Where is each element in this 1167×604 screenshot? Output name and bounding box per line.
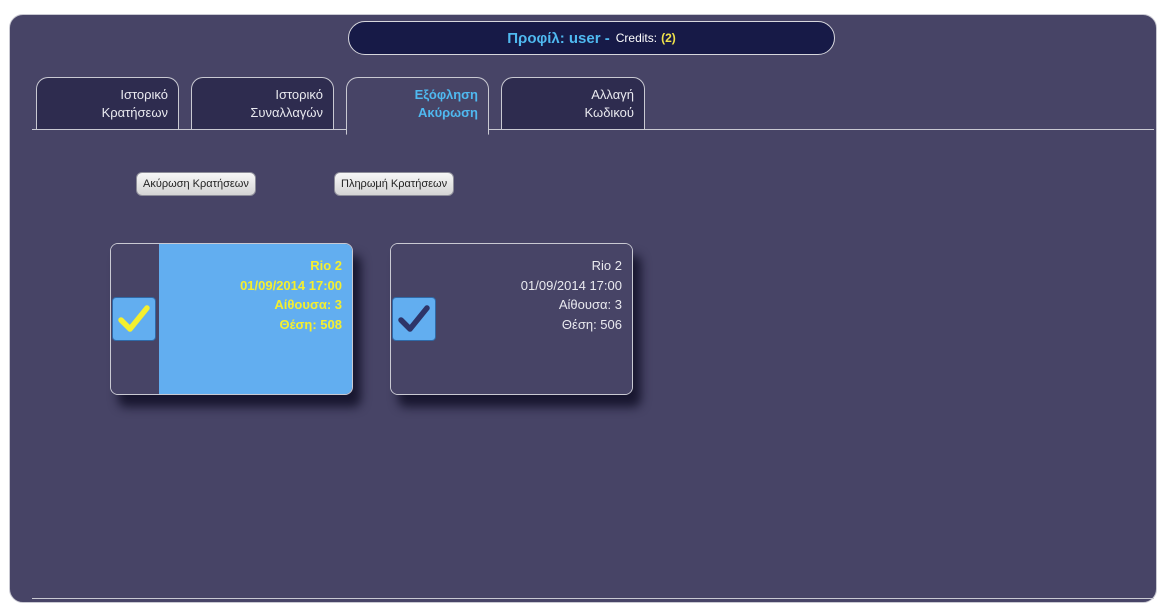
booking-card-details: Rio 2 01/09/2014 17:00 Αίθουσα: 3 Θέση: … bbox=[439, 244, 632, 394]
credits-label: Credits: bbox=[615, 31, 658, 45]
tab-payment-cancellation[interactable]: Εξόφληση Ακύρωση bbox=[346, 77, 489, 135]
booking-hall: Αίθουσα: 3 bbox=[558, 297, 622, 312]
bottom-divider bbox=[32, 598, 1154, 599]
tab-change-password-line2: Κωδικού bbox=[584, 105, 634, 120]
booking-card[interactable]: Rio 2 01/09/2014 17:00 Αίθουσα: 3 Θέση: … bbox=[110, 243, 353, 395]
tab-change-password[interactable]: Αλλαγή Κωδικού bbox=[501, 77, 645, 129]
booking-hall: Αίθουσα: 3 bbox=[274, 297, 342, 312]
booking-card[interactable]: Rio 2 01/09/2014 17:00 Αίθουσα: 3 Θέση: … bbox=[390, 243, 633, 395]
booking-movie: Rio 2 bbox=[591, 258, 622, 273]
tab-booking-history-line1: Ιστορικό bbox=[120, 87, 168, 102]
checkbox[interactable] bbox=[392, 297, 436, 341]
credits-value: (2) bbox=[661, 31, 676, 45]
booking-datetime: 01/09/2014 17:00 bbox=[240, 277, 342, 293]
booking-card-details: Rio 2 01/09/2014 17:00 Αίθουσα: 3 Θέση: … bbox=[159, 244, 352, 394]
tab-transaction-history-line1: Ιστορικό bbox=[275, 87, 323, 102]
booking-card-checkbox-area bbox=[391, 244, 439, 394]
tab-payment-cancellation-line2: Ακύρωση bbox=[417, 105, 478, 120]
profile-header: Προφίλ: user - Credits: (2) bbox=[348, 21, 835, 55]
tab-booking-history-line2: Κρατήσεων bbox=[101, 105, 168, 120]
pay-bookings-button[interactable]: Πληρωμή Κρατήσεων bbox=[334, 172, 455, 196]
booking-seat: Θέση: 506 bbox=[561, 316, 622, 332]
checkmark-icon bbox=[118, 305, 150, 332]
tab-booking-history[interactable]: Ιστορικό Κρατήσεων bbox=[36, 77, 179, 129]
checkbox[interactable] bbox=[112, 297, 156, 341]
tab-divider bbox=[32, 129, 1154, 130]
booking-seat: Θέση: 508 bbox=[279, 316, 342, 332]
cancel-bookings-button[interactable]: Ακύρωση Κρατήσεων bbox=[136, 172, 256, 196]
checkmark-icon bbox=[398, 305, 430, 332]
tab-payment-cancellation-line1: Εξόφληση bbox=[414, 87, 478, 102]
profile-panel: Προφίλ: user - Credits: (2) Ιστορικό Κρα… bbox=[9, 14, 1157, 603]
tab-change-password-line1: Αλλαγή bbox=[591, 87, 634, 102]
profile-title: Προφίλ: user - bbox=[507, 29, 610, 47]
booking-datetime: 01/09/2014 17:00 bbox=[520, 277, 622, 293]
booking-card-checkbox-area bbox=[111, 244, 159, 394]
tab-transaction-history[interactable]: Ιστορικό Συναλλαγών bbox=[191, 77, 334, 129]
tab-transaction-history-line2: Συναλλαγών bbox=[250, 105, 323, 120]
booking-movie: Rio 2 bbox=[310, 258, 342, 273]
